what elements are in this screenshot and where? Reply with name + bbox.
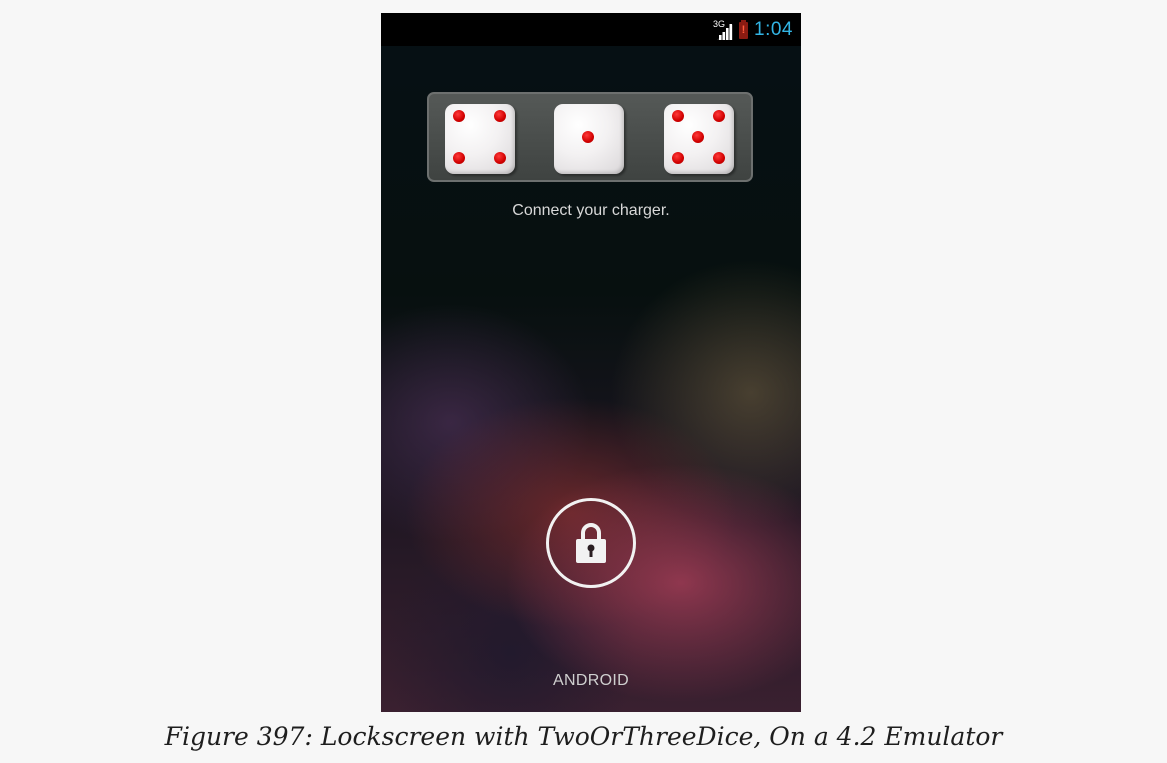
die-five <box>664 104 734 174</box>
die-pip <box>494 110 506 122</box>
unlock-handle[interactable] <box>546 498 636 588</box>
carrier-label: ANDROID <box>553 672 629 689</box>
die-pip <box>672 110 684 122</box>
die-pip <box>692 131 704 143</box>
page: 3G ! 1:04 Connect your charger. ANDROID … <box>0 0 1167 763</box>
emulator-screen: 3G ! 1:04 Connect your charger. ANDROID <box>381 13 801 712</box>
die-pip <box>582 131 594 143</box>
status-clock: 1:04 <box>754 19 793 40</box>
battery-low-icon: ! <box>739 19 749 39</box>
status-icons: 3G ! 1:04 <box>713 17 793 43</box>
status-bar: 3G ! 1:04 <box>381 13 801 46</box>
die-pip <box>453 110 465 122</box>
figure-caption: Figure 397: Lockscreen with TwoOrThreeDi… <box>164 722 1003 751</box>
lockscreen-message: Connect your charger. <box>512 202 670 219</box>
die-four <box>445 104 515 174</box>
lock-icon <box>576 523 606 563</box>
die-pip <box>713 152 725 164</box>
signal-bars-icon: 3G <box>713 19 734 40</box>
dice-widget[interactable] <box>427 92 753 182</box>
die-pip <box>713 110 725 122</box>
die-pip <box>494 152 506 164</box>
die-one <box>554 104 624 174</box>
battery-alert-mark: ! <box>741 23 746 36</box>
die-pip <box>672 152 684 164</box>
die-pip <box>453 152 465 164</box>
